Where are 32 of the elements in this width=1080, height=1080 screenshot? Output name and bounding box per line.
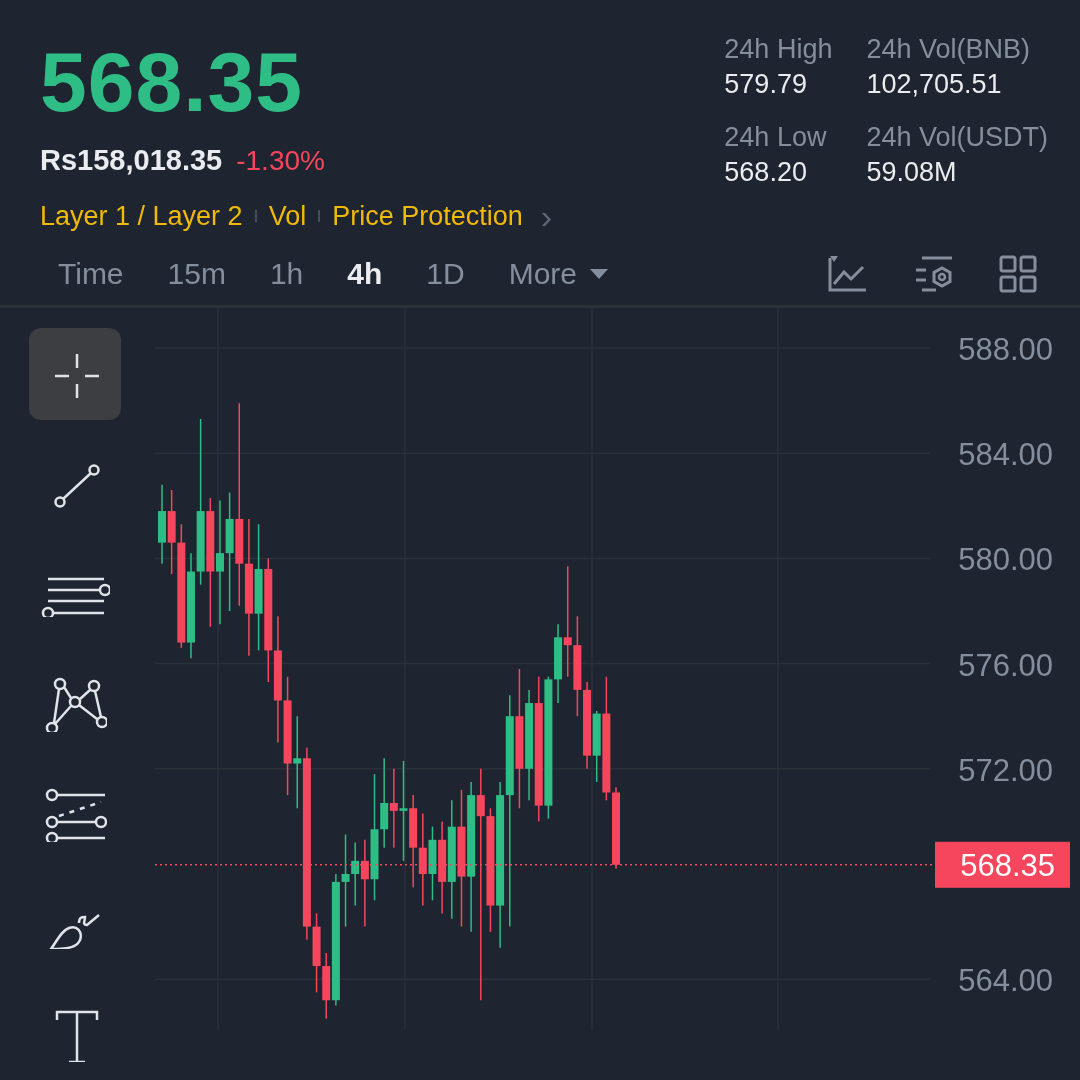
pattern-tool-icon bbox=[43, 676, 107, 732]
chevron-icon[interactable]: › bbox=[540, 199, 553, 233]
interval-tab[interactable]: 15m bbox=[149, 251, 244, 297]
price-axis-label: 588.00 bbox=[958, 332, 1053, 367]
price-axis-label: 576.00 bbox=[958, 647, 1053, 683]
last-price: 568.35 bbox=[40, 34, 304, 130]
stat-label: 24h Vol(USDT) bbox=[866, 122, 1048, 153]
price-axis-label: 564.00 bbox=[958, 963, 1053, 999]
interval-tab[interactable]: 1D bbox=[408, 251, 483, 297]
price-axis-label: 572.00 bbox=[958, 752, 1053, 788]
chart-indicator-icon[interactable] bbox=[826, 254, 868, 294]
tag-link[interactable]: Layer 1 / Layer 2 bbox=[40, 200, 243, 232]
price-axis-label: 584.00 bbox=[958, 437, 1053, 473]
stat-label: 24h High bbox=[724, 34, 833, 65]
stat-label: 24h Low bbox=[724, 122, 828, 153]
stat-value: 59.08M bbox=[866, 157, 958, 188]
interval-tab[interactable]: More bbox=[490, 251, 628, 297]
grid-layout-icon[interactable] bbox=[998, 254, 1040, 294]
stat-value: 579.79 bbox=[724, 69, 808, 100]
fiat-price: Rs158,018.35 bbox=[40, 144, 223, 177]
last-price-tag: 568.35 bbox=[935, 841, 1070, 888]
stat-value: 102,705.51 bbox=[866, 69, 1003, 100]
price-change: -1.30% bbox=[236, 145, 325, 177]
tag-link[interactable]: Price Protection bbox=[332, 200, 523, 232]
price-axis-label: 580.00 bbox=[958, 542, 1053, 578]
interval-tab[interactable]: Time bbox=[40, 251, 142, 297]
fibonacci-tool-icon bbox=[43, 786, 107, 842]
interval-tab[interactable]: 4h bbox=[329, 251, 401, 297]
stat-value: 568.20 bbox=[724, 157, 808, 188]
stat-label: 24h Vol(BNB) bbox=[866, 34, 1031, 65]
interval-tab[interactable]: 1h bbox=[251, 251, 322, 297]
tag-link[interactable]: Vol bbox=[268, 200, 307, 232]
